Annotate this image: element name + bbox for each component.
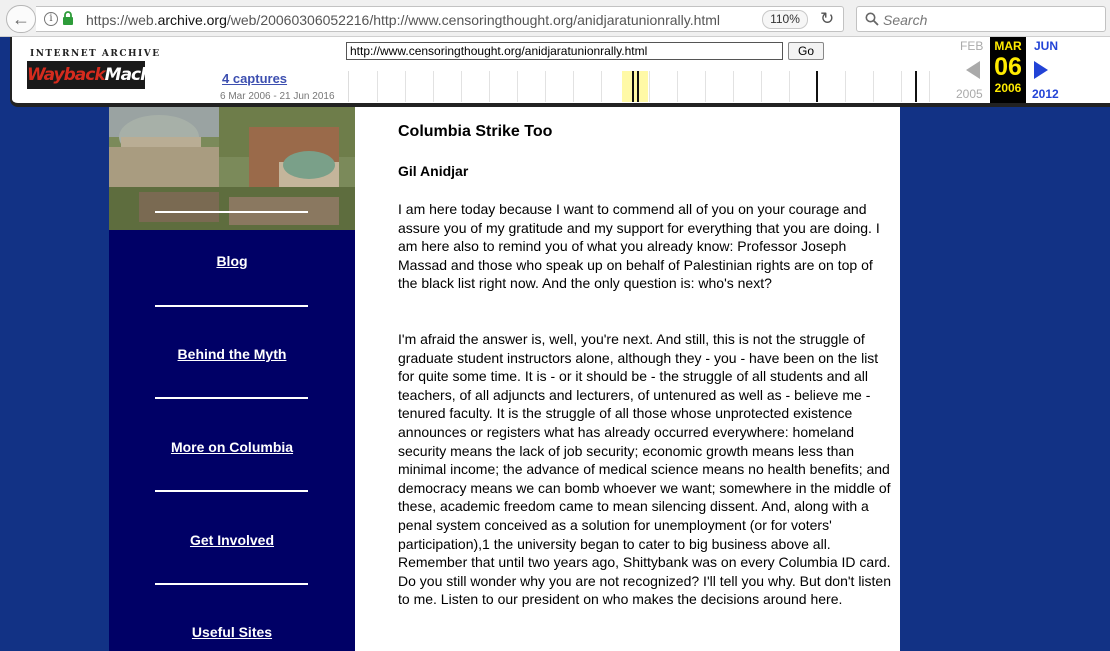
sidebar-item-label[interactable]: Behind the Myth (178, 346, 287, 362)
current-year-highlight (622, 71, 648, 102)
search-box[interactable]: Search (856, 6, 1106, 32)
prev-arrow-icon (966, 61, 980, 79)
nav-divider (155, 305, 308, 307)
reload-icon[interactable]: ↻ (820, 9, 834, 29)
sparkline-divider (601, 71, 602, 102)
article-paragraph: I'm afraid the answer is, well, you're n… (398, 331, 892, 608)
sparkline-divider (873, 71, 874, 102)
sparkline-divider (649, 71, 650, 102)
search-icon (865, 12, 879, 26)
wayback-logo[interactable]: INTERNET ARCHIVE WaybackMachine (27, 47, 179, 91)
sparkline-divider (789, 71, 790, 102)
sparkline-divider (433, 71, 434, 102)
back-button[interactable]: ← (6, 5, 36, 33)
prev-month-label: FEB (960, 39, 984, 53)
capture-bar (632, 71, 634, 102)
sparkline-divider (573, 71, 574, 102)
sidebar-item-more-on-columbia[interactable]: More on Columbia (109, 439, 355, 457)
logo-internet-archive: INTERNET ARCHIVE (30, 49, 161, 59)
lock-icon (63, 11, 73, 25)
article-author: Gil Anidjar (398, 163, 469, 179)
url-text: https://web.archive.org/web/200603060522… (86, 12, 720, 28)
current-month: MAR (994, 39, 1022, 53)
logo-machine: Machine (104, 65, 179, 85)
capture-sparkline[interactable] (348, 71, 948, 102)
capture-bar (915, 71, 917, 102)
current-year: 2006 (994, 81, 1022, 95)
capture-bar (637, 71, 639, 102)
next-year-link[interactable]: 2012 (1032, 87, 1059, 101)
nav-divider (155, 583, 308, 585)
sparkline-divider (929, 71, 930, 102)
url-path: /web/20060306052216/http://www.censoring… (226, 12, 721, 28)
sparkline-divider (405, 71, 406, 102)
wayback-url-input[interactable]: http://www.censoringthought.org/anidjara… (346, 42, 783, 60)
sidebar: Blog Behind the Myth More on Columbia Ge… (109, 107, 355, 651)
sidebar-item-behind-the-myth[interactable]: Behind the Myth (109, 346, 355, 364)
url-host: archive.org (157, 12, 227, 28)
sparkline-divider (901, 71, 902, 102)
sparkline-divider (377, 71, 378, 102)
next-month-link[interactable]: JUN (1034, 39, 1058, 53)
sparkline-divider (761, 71, 762, 102)
campus-photo (109, 107, 355, 230)
sidebar-item-label[interactable]: More on Columbia (171, 439, 293, 455)
capture-bar (816, 71, 818, 102)
go-button[interactable]: Go (788, 42, 824, 60)
month-navigator: FEB 2005 MAR 06 2006 JUN 2012 (950, 37, 1110, 103)
sparkline-divider (517, 71, 518, 102)
back-arrow-icon: ← (12, 8, 30, 29)
nav-divider (155, 490, 308, 492)
sidebar-item-get-involved[interactable]: Get Involved (109, 532, 355, 550)
prev-year-label: 2005 (956, 87, 983, 101)
sidebar-item-label[interactable]: Get Involved (190, 532, 274, 548)
next-arrow-icon[interactable] (1034, 61, 1048, 79)
sidebar-item-label[interactable]: Useful Sites (192, 624, 272, 640)
sidebar-item-useful-sites[interactable]: Useful Sites (109, 624, 355, 642)
sparkline-divider (845, 71, 846, 102)
capture-range: 6 Mar 2006 - 21 Jun 2016 (220, 91, 335, 102)
search-placeholder: Search (883, 12, 928, 28)
logo-wayback-machine: WaybackMachine (27, 61, 179, 89)
sidebar-item-blog[interactable]: Blog (109, 253, 355, 271)
campus-image (109, 107, 355, 230)
article-paragraph: I am here today because I want to commen… (398, 201, 880, 292)
info-icon[interactable]: i (44, 12, 58, 26)
current-capture: MAR 06 2006 (990, 37, 1026, 103)
sparkline-divider (489, 71, 490, 102)
sparkline-divider (705, 71, 706, 102)
logo-wayback: Wayback (27, 65, 106, 85)
address-bar[interactable]: i https://web.archive.org/web/2006030605… (36, 6, 844, 32)
article-title: Columbia Strike Too (398, 123, 553, 140)
wayback-toolbar: INTERNET ARCHIVE WaybackMachine http://w… (10, 37, 1110, 107)
sparkline-divider (677, 71, 678, 102)
sidebar-item-label[interactable]: Blog (216, 253, 247, 269)
url-prefix: https://web. (86, 12, 158, 28)
sparkline-divider (545, 71, 546, 102)
zoom-level[interactable]: 110% (762, 10, 808, 29)
sparkline-divider (461, 71, 462, 102)
nav-divider (155, 397, 308, 399)
current-day: 06 (994, 53, 1022, 81)
captures-link[interactable]: 4 captures (222, 71, 287, 86)
sparkline-divider (733, 71, 734, 102)
browser-toolbar: ← i https://web.archive.org/web/20060306… (0, 0, 1110, 37)
